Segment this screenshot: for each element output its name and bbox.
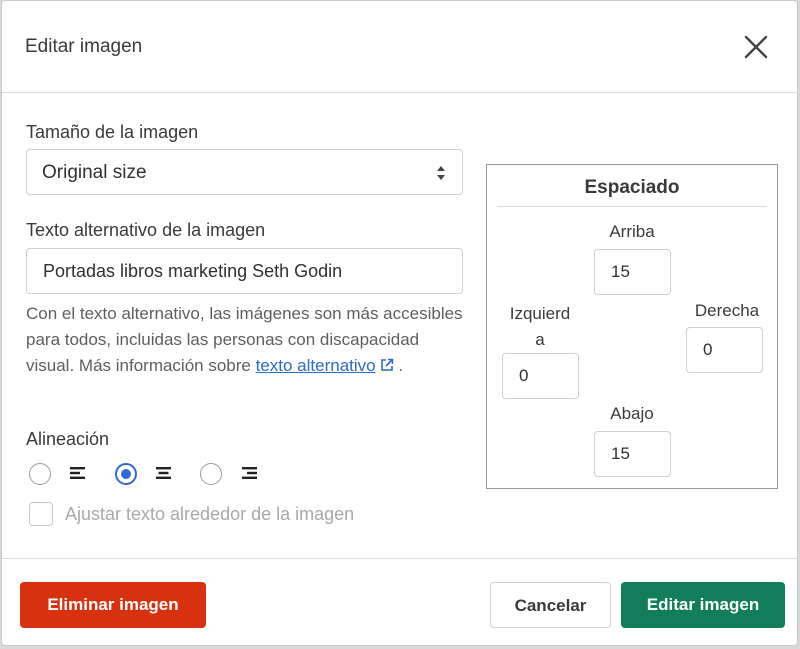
alt-text-help-end: . [393,356,404,375]
spacing-bottom-label: Abajo [610,404,654,423]
spacing-left-input[interactable]: 0 [502,353,579,399]
dialog-title: Editar imagen [25,36,143,57]
external-link-icon [380,358,393,371]
align-left-icon [70,467,85,479]
dialog-footer: Eliminar imagen Cancelar Editar imagen [2,558,797,647]
edit-image-dialog: Editar imagen Tamaño de la imagen Origin… [1,0,798,646]
spacing-left-label: Izquierd a [509,304,571,349]
image-size-label: Tamaño de la imagen [26,122,199,142]
align-right-icon [242,467,257,479]
cancel-button[interactable]: Cancelar [490,582,611,628]
alt-text-help: Con el texto alternativo, las imágenes s… [26,301,466,379]
spacing-title: Espaciado [497,175,767,207]
edit-image-button[interactable]: Editar imagen [621,582,785,628]
align-center-radio[interactable] [115,463,137,485]
spacing-bottom-input[interactable]: 15 [594,431,671,477]
wrap-text-label: Ajustar texto alrededor de la imagen [65,504,355,524]
alt-text-help-link[interactable]: texto alternativo [256,356,394,375]
wrap-text-checkbox[interactable] [29,502,53,526]
image-size-select[interactable]: Original size [26,149,463,195]
close-icon [744,35,768,59]
align-right-radio[interactable] [200,463,222,485]
alignment-label: Alineación [26,429,110,449]
dialog-header: Editar imagen [2,1,797,93]
spacing-panel: Espaciado Arriba 15 Izquierd a 0 Derecha… [486,164,778,489]
spacing-top-label: Arriba [609,222,655,241]
spacing-right-input[interactable]: 0 [686,327,763,373]
align-center-icon [156,467,171,479]
alt-text-input[interactable]: Portadas libros marketing Seth Godin [26,248,463,294]
spacing-right-label: Derecha [694,301,760,320]
spacing-top-input[interactable]: 15 [594,249,671,295]
select-arrows-icon [437,166,445,180]
alt-text-label: Texto alternativo de la imagen [26,220,266,240]
image-size-value: Original size [42,162,147,183]
close-button[interactable] [740,31,772,63]
align-left-radio[interactable] [29,463,51,485]
delete-image-button[interactable]: Eliminar imagen [20,582,206,628]
